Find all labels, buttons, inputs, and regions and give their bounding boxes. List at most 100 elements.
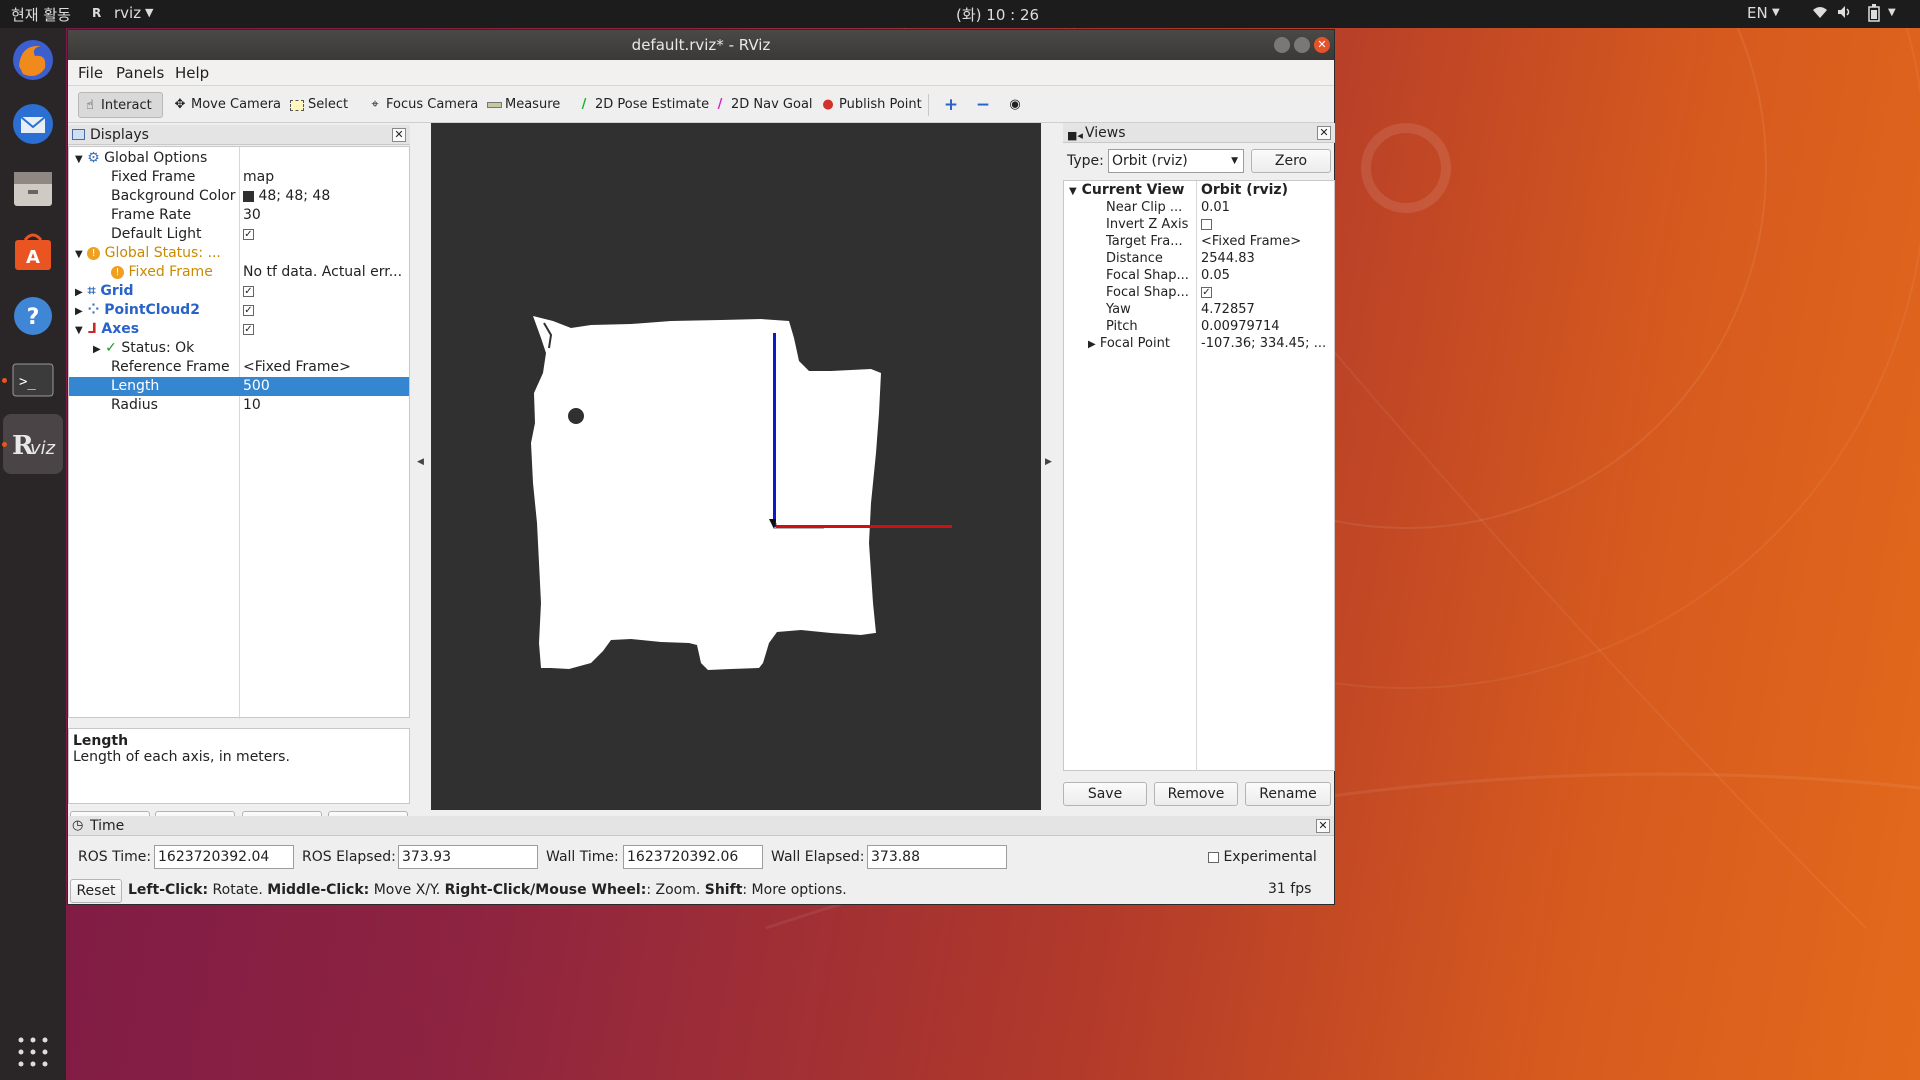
clock[interactable]: (화) 10 : 26 [956, 4, 1039, 25]
pointcloud-checkbox[interactable]: ✓ [243, 301, 254, 320]
wifi-icon[interactable] [1812, 4, 1828, 24]
system-menu-chevron-icon[interactable]: ▼ [1888, 7, 1896, 18]
status-fixed-frame-value: No tf data. Actual err... [243, 264, 403, 280]
window-titlebar[interactable]: default.rviz* - RViz ✕ [68, 30, 1334, 60]
tree-row-grid[interactable]: ▶ ⌗ Grid [75, 282, 134, 301]
nav-goal-tool[interactable]: / 2D Nav Goal [709, 92, 813, 118]
save-view-button[interactable]: Save [1063, 782, 1147, 806]
measure-tool[interactable]: Measure [483, 92, 560, 118]
language-indicator[interactable]: EN [1747, 4, 1768, 22]
remove-view-button[interactable]: Remove [1154, 782, 1238, 806]
hint-middle-click: Middle-Click: [267, 882, 370, 898]
unchecked-box-icon [1201, 218, 1212, 230]
menu-file[interactable]: File [78, 64, 103, 82]
move-icon: ✥ [174, 97, 186, 112]
tree-row-status-ok[interactable]: ▶ ✓ Status: Ok [93, 339, 194, 358]
move-camera-label: Move Camera [191, 97, 282, 112]
time-close-button[interactable]: ✕ [1316, 819, 1330, 833]
minus-icon: − [975, 95, 991, 115]
frame-rate-value[interactable]: 30 [243, 206, 261, 225]
remove-tool-button[interactable]: − [972, 92, 990, 118]
left-splitter-arrow-icon[interactable]: ◀ [417, 457, 424, 467]
reset-button[interactable]: Reset [70, 879, 122, 903]
interact-tool[interactable]: ☝ Interact [78, 92, 163, 118]
fixed-frame-value[interactable]: map [243, 168, 274, 187]
close-button[interactable]: ✕ [1314, 37, 1330, 53]
hint-middle-click-text: Move X/Y. [369, 882, 445, 898]
volume-icon[interactable] [1836, 4, 1852, 24]
expand-down-icon: ▼ [75, 249, 83, 260]
tree-row-axes[interactable]: ▼ ⅃ Axes [75, 320, 139, 339]
menu-help[interactable]: Help [175, 64, 209, 82]
help-icon[interactable]: ? [9, 292, 57, 340]
grid-checkbox[interactable]: ✓ [243, 282, 254, 301]
select-label: Select [308, 97, 349, 112]
files-icon[interactable] [9, 164, 57, 212]
pose-estimate-label: 2D Pose Estimate [595, 97, 710, 112]
default-light-checkbox[interactable]: ✓ [243, 225, 254, 244]
show-applications-icon[interactable] [9, 1028, 57, 1076]
views-close-button[interactable]: ✕ [1317, 126, 1331, 140]
pose-estimate-tool[interactable]: / 2D Pose Estimate [573, 92, 709, 118]
zero-button[interactable]: Zero [1251, 149, 1331, 173]
wall-elapsed-field[interactable]: 373.88 [867, 845, 1007, 869]
warning-icon: ! [111, 265, 124, 279]
add-tool-button[interactable]: + [940, 92, 958, 118]
view-type-select[interactable]: Orbit (rviz) ▼ [1108, 149, 1244, 173]
status-hint: Left-Click: Rotate. Middle-Click: Move X… [128, 881, 847, 900]
ros-time-field[interactable]: 1623720392.04 [154, 845, 294, 869]
ref-frame-value[interactable]: <Fixed Frame> [243, 358, 351, 377]
render-viewport[interactable] [431, 123, 1041, 810]
publish-point-label: Publish Point [839, 97, 922, 112]
experimental-checkbox[interactable]: Experimental [1208, 848, 1317, 867]
activities-button[interactable]: 현재 활동 [11, 4, 71, 25]
battery-icon[interactable] [1868, 4, 1880, 26]
menu-panels[interactable]: Panels [116, 64, 164, 82]
terminal-icon[interactable]: >_ [9, 356, 57, 404]
focal-point-row[interactable]: ▶ Focal Point [1088, 334, 1170, 353]
ros-elapsed-field[interactable]: 373.93 [398, 845, 538, 869]
right-splitter-arrow-icon[interactable]: ▶ [1045, 457, 1052, 467]
firefox-icon[interactable] [9, 36, 57, 84]
length-label[interactable]: Length [111, 377, 159, 396]
software-center-icon[interactable]: A [9, 228, 57, 276]
check-icon: ✓ [243, 304, 254, 316]
focal-point-value[interactable]: -107.36; 334.45; ... [1201, 334, 1326, 353]
axes-checkbox[interactable]: ✓ [243, 320, 254, 339]
focus-camera-tool[interactable]: ⌖ Focus Camera [364, 92, 478, 118]
map-pin-icon: ● [822, 97, 834, 112]
publish-point-tool[interactable]: ● Publish Point [817, 92, 922, 118]
displays-panel: Displays ✕ ▼ ⚙ Global Options Fixed Fram… [68, 125, 410, 725]
map-render [531, 316, 952, 670]
language-chevron-icon: ▼ [1772, 7, 1780, 18]
views-header: ■◂ Views ✕ [1063, 123, 1335, 143]
wall-time-field[interactable]: 1623720392.06 [623, 845, 763, 869]
maximize-button[interactable] [1294, 37, 1310, 53]
bg-color-label: Background Color [111, 188, 236, 204]
tree-row-global-options[interactable]: ▼ ⚙ Global Options [75, 149, 207, 168]
select-tool[interactable]: Select [286, 92, 348, 118]
rename-view-button[interactable]: Rename [1245, 782, 1331, 806]
clock-icon: ◷ [72, 818, 84, 833]
menu-bar: File Panels Help [68, 60, 1334, 86]
description-text: Length of each axis, in meters. [73, 749, 290, 765]
expand-right-icon: ▶ [75, 306, 83, 317]
hint-right-click-text: : Zoom. [646, 882, 705, 898]
rviz-icon[interactable]: Rviz [3, 414, 63, 474]
bg-color-value[interactable]: 48; 48; 48 [243, 187, 330, 206]
axes-label: Axes [101, 321, 140, 337]
app-menu[interactable]: rviz [114, 4, 141, 22]
tool-properties-button[interactable]: ◉ [1004, 92, 1022, 118]
minimize-button[interactable] [1274, 37, 1290, 53]
thunderbird-icon[interactable] [9, 100, 57, 148]
move-camera-tool[interactable]: ✥ Move Camera [169, 92, 281, 118]
displays-close-button[interactable]: ✕ [392, 128, 406, 142]
tree-row-pointcloud2[interactable]: ▶ ⁘ PointCloud2 [75, 301, 200, 320]
tree-row-global-status[interactable]: ▼ ! Global Status: ... [75, 244, 221, 263]
status-fixed-frame[interactable]: ! Fixed Frame [111, 263, 213, 282]
length-value[interactable]: 500 [243, 377, 270, 396]
hint-shift: Shift [704, 882, 743, 898]
wall-elapsed-label: Wall Elapsed: [771, 849, 865, 865]
radius-value[interactable]: 10 [243, 396, 261, 415]
gear-icon: ⚙ [87, 150, 100, 166]
